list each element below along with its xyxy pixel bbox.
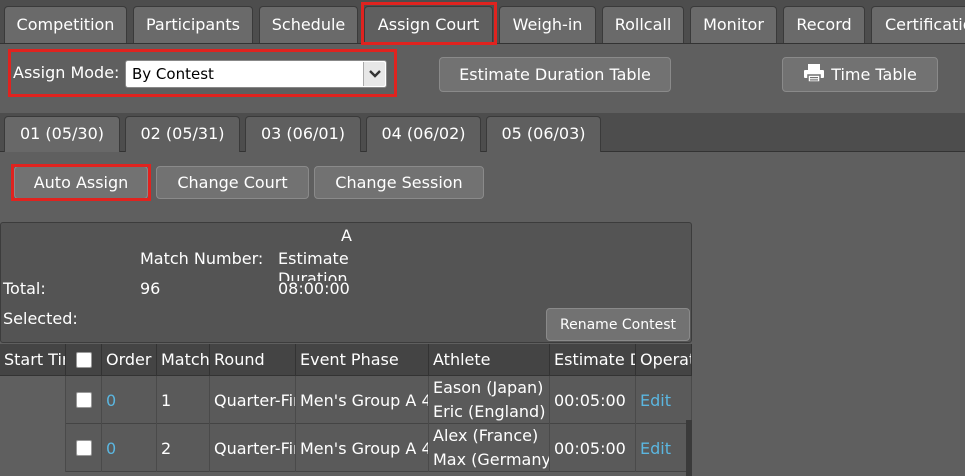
athlete-cell: Eason (Japan) Eric (England)	[429, 376, 550, 424]
table-header: Start Time Order Match Round Event Phase…	[0, 344, 692, 376]
total-label: Total:	[3, 279, 46, 298]
col-select-all	[66, 344, 102, 376]
chevron-down-icon[interactable]	[363, 62, 385, 86]
athlete-1: Alex (France)	[433, 426, 539, 445]
day-tab-05[interactable]: 05 (06/03)	[486, 116, 601, 152]
tab-competition[interactable]: Competition	[4, 6, 127, 43]
total-duration: 08:00:00	[278, 279, 350, 298]
col-match[interactable]: Match	[157, 344, 210, 376]
order-cell[interactable]: 0	[102, 424, 157, 472]
auto-assign-label: Auto Assign	[33, 173, 129, 192]
order-cell[interactable]: 0	[102, 376, 157, 424]
tab-assign-court[interactable]: Assign Court	[364, 6, 493, 43]
edit-link[interactable]: Edit	[636, 376, 692, 424]
time-table-button[interactable]: Time Table	[782, 57, 938, 92]
total-matches: 96	[140, 279, 161, 298]
tab-certification[interactable]: Certification	[871, 6, 965, 43]
court-name: A	[341, 226, 352, 245]
athlete-2: Max (Germany)	[433, 450, 550, 469]
col-athlete[interactable]: Athlete	[429, 344, 550, 376]
match-table: Start Time Order Match Round Event Phase…	[0, 344, 692, 476]
rename-contest-button[interactable]: Rename Contest	[546, 308, 690, 341]
row-checkbox[interactable]	[75, 440, 92, 456]
selected-label: Selected:	[3, 309, 78, 328]
col-operation[interactable]: Operation	[636, 344, 692, 376]
start-time-cell	[0, 424, 66, 472]
table-row: 0 1 Quarter-Final Men's Group A 4 Eason …	[0, 376, 692, 424]
tab-monitor[interactable]: Monitor	[690, 6, 777, 43]
col-event-phase[interactable]: Event Phase	[296, 344, 429, 376]
athlete-1: Eason (Japan)	[433, 378, 544, 397]
select-all-checkbox[interactable]	[75, 352, 92, 368]
main-nav: Competition Participants Schedule Assign…	[0, 0, 965, 44]
edit-link[interactable]: Edit	[636, 424, 692, 472]
tab-weigh-in[interactable]: Weigh-in	[499, 6, 596, 43]
day-tab-01[interactable]: 01 (05/30)	[4, 116, 120, 152]
event-phase-cell: Men's Group A 4	[296, 376, 429, 424]
change-court-button[interactable]: Change Court	[156, 166, 309, 199]
duration-cell: 00:05:00	[550, 424, 636, 472]
assign-mode-value: By Contest	[132, 65, 214, 83]
row-checkbox[interactable]	[75, 392, 92, 408]
col-start-time[interactable]: Start Time	[0, 344, 66, 376]
tab-schedule[interactable]: Schedule	[259, 6, 358, 43]
auto-assign-button[interactable]: Auto Assign	[14, 166, 148, 199]
day-tab-02[interactable]: 02 (05/31)	[125, 116, 240, 152]
match-cell: 1	[157, 376, 210, 424]
round-cell: Quarter-Final	[210, 376, 296, 424]
match-number-label: Match Number:	[140, 249, 264, 268]
col-estimate-duration[interactable]: Estimate Duration	[550, 344, 636, 376]
table-scrollbar[interactable]	[686, 420, 692, 476]
change-session-button[interactable]: Change Session	[314, 166, 484, 199]
tab-record[interactable]: Record	[783, 6, 865, 43]
tab-participants[interactable]: Participants	[133, 6, 253, 43]
estimate-duration-label: Estimate Duration	[278, 249, 349, 281]
change-session-label: Change Session	[335, 173, 463, 192]
row-select-cell	[66, 424, 102, 472]
estimate-duration-table-button[interactable]: Estimate Duration Table	[439, 57, 671, 92]
col-order[interactable]: Order	[102, 344, 157, 376]
match-cell: 2	[157, 424, 210, 472]
estimate-duration-table-label: Estimate Duration Table	[459, 65, 651, 84]
table-row: 0 2 Quarter-Final Men's Group A 4 Alex (…	[0, 424, 692, 472]
round-cell: Quarter-Final	[210, 424, 296, 472]
day-tab-03[interactable]: 03 (06/01)	[245, 116, 361, 152]
printer-icon	[803, 63, 825, 87]
col-round[interactable]: Round	[210, 344, 296, 376]
duration-cell: 00:05:00	[550, 376, 636, 424]
row-select-cell	[66, 376, 102, 424]
start-time-cell	[0, 376, 66, 424]
event-phase-cell: Men's Group A 4	[296, 424, 429, 472]
tab-rollcall[interactable]: Rollcall	[602, 6, 684, 43]
day-tab-04[interactable]: 04 (06/02)	[366, 116, 481, 152]
change-court-label: Change Court	[177, 173, 288, 192]
day-tabs: 01 (05/30) 02 (05/31) 03 (06/01) 04 (06/…	[0, 113, 965, 152]
assign-mode-select[interactable]: By Contest	[125, 60, 387, 88]
assign-mode-label: Assign Mode:	[13, 63, 120, 82]
court-summary-panel: A Match Number: Estimate Duration Total:…	[0, 222, 692, 343]
time-table-label: Time Table	[831, 65, 917, 84]
rename-contest-label: Rename Contest	[560, 316, 676, 333]
athlete-cell: Alex (France) Max (Germany)	[429, 424, 550, 472]
athlete-2: Eric (England)	[433, 402, 546, 421]
